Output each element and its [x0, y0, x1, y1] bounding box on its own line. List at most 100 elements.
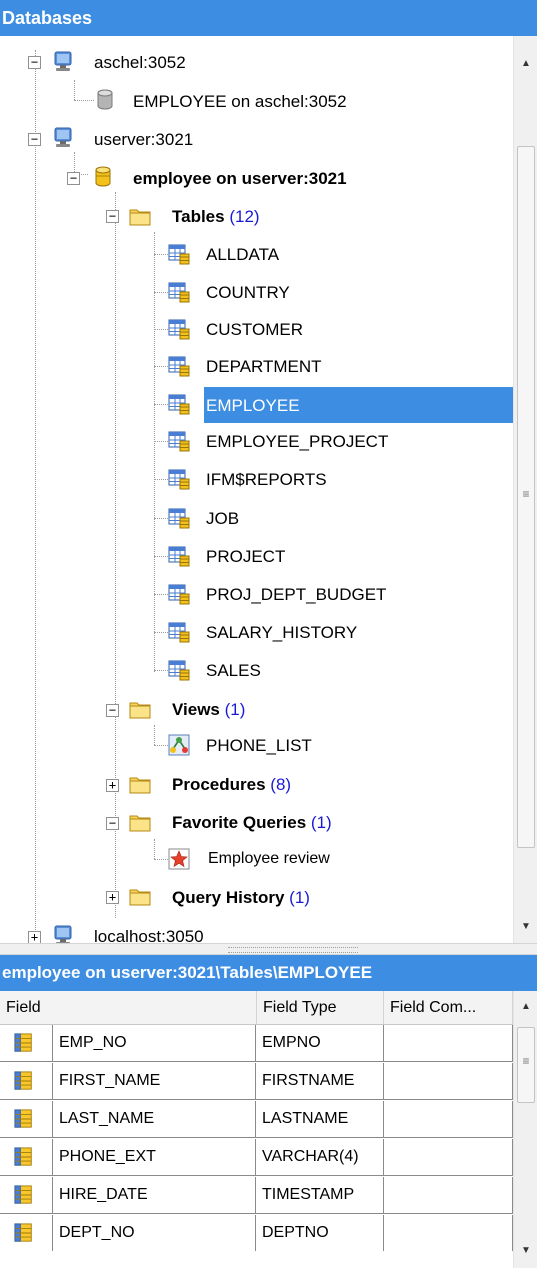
- fields-grid[interactable]: Field Field Type Field Com... EMP_NO EMP…: [0, 991, 513, 1268]
- table-icon: [168, 583, 190, 605]
- cell-field-type[interactable]: EMPNO: [256, 1025, 384, 1061]
- tree-node-table[interactable]: JOB: [206, 500, 239, 536]
- tree-node-table[interactable]: DEPARTMENT: [206, 348, 322, 384]
- cell-field-type[interactable]: VARCHAR(4): [256, 1139, 384, 1175]
- scroll-up-arrow-icon[interactable]: ▲: [514, 1001, 537, 1012]
- cell-field[interactable]: LAST_NAME: [52, 1101, 256, 1137]
- tree-node-table[interactable]: CUSTOMER: [206, 311, 303, 347]
- field-icon: [14, 1033, 34, 1053]
- scroll-up-arrow-icon[interactable]: ▲: [514, 58, 537, 69]
- databases-panel-header: Databases: [0, 0, 537, 36]
- server-icon: [52, 925, 74, 943]
- tree-node-favorites-folder[interactable]: Favorite Queries (1): [172, 804, 332, 840]
- cell-field-comment[interactable]: [384, 1025, 513, 1061]
- tree-node-db-aschel[interactable]: EMPLOYEE on aschel:3052: [133, 83, 347, 119]
- tree-line-table-3: [154, 329, 168, 330]
- table-icon: [168, 545, 190, 567]
- tree-line-table-1: [154, 254, 168, 255]
- scroll-grip-icon: ≡: [522, 487, 530, 501]
- grid-scrollbar-thumb[interactable]: ≡: [517, 1027, 535, 1103]
- column-header-field-comment[interactable]: Field Com...: [384, 991, 513, 1024]
- table-icon: [168, 621, 190, 643]
- tree-node-view[interactable]: PHONE_LIST: [206, 727, 312, 763]
- tree-line-table-9: [154, 556, 168, 557]
- tree-node-table[interactable]: SALARY_HISTORY: [206, 614, 357, 650]
- collapse-toggle-active-db[interactable]: −: [67, 172, 80, 185]
- column-header-field[interactable]: Field: [0, 991, 256, 1024]
- tree-line-table-2: [154, 292, 168, 293]
- table-row[interactable]: HIRE_DATE TIMESTAMP: [0, 1177, 513, 1214]
- cell-field-comment[interactable]: [384, 1139, 513, 1175]
- tree-node-table[interactable]: PROJ_DEPT_BUDGET: [206, 576, 386, 612]
- cell-field[interactable]: EMP_NO: [52, 1025, 256, 1061]
- database-tree[interactable]: − aschel:3052 EMPLOYEE on aschel:3052 − …: [0, 36, 513, 943]
- tree-node-table[interactable]: SALES: [206, 652, 261, 688]
- collapse-toggle-aschel[interactable]: −: [28, 56, 41, 69]
- table-icon: [168, 243, 190, 265]
- tree-node-table-selected[interactable]: EMPLOYEE: [204, 387, 513, 423]
- tree-line-db-children: [115, 192, 116, 918]
- cell-field-comment[interactable]: [384, 1177, 513, 1213]
- tree-line-table-5: [154, 404, 168, 405]
- grid-header: Field Field Type Field Com...: [0, 991, 513, 1025]
- cell-field-type[interactable]: LASTNAME: [256, 1101, 384, 1137]
- server-icon: [52, 127, 74, 149]
- tree-line-table-8: [154, 518, 168, 519]
- tree-node-query-history-folder[interactable]: Query History (1): [172, 879, 310, 915]
- cell-field-type[interactable]: DEPTNO: [256, 1215, 384, 1251]
- tree-node-favorite-query[interactable]: Employee review: [208, 841, 330, 877]
- table-row[interactable]: FIRST_NAME FIRSTNAME: [0, 1063, 513, 1100]
- cell-field-comment[interactable]: [384, 1215, 513, 1251]
- cell-field-comment[interactable]: [384, 1101, 513, 1137]
- tree-node-server-localhost[interactable]: localhost:3050: [94, 918, 204, 943]
- collapse-toggle-tables[interactable]: −: [106, 210, 119, 223]
- tree-node-table[interactable]: EMPLOYEE_PROJECT: [206, 423, 388, 459]
- tree-scrollbar-thumb[interactable]: ≡: [517, 146, 535, 848]
- procedures-folder-icon: [129, 773, 151, 795]
- panel-title: Databases: [2, 8, 93, 28]
- tree-node-table[interactable]: ALLDATA: [206, 236, 279, 272]
- table-icon: [168, 393, 190, 415]
- panel-splitter[interactable]: [0, 943, 537, 955]
- tree-node-server-aschel[interactable]: aschel:3052: [94, 44, 186, 80]
- cell-field-type[interactable]: FIRSTNAME: [256, 1063, 384, 1099]
- view-icon: [168, 734, 190, 756]
- tree-node-server-userver[interactable]: userver:3021: [94, 121, 193, 157]
- tree-line-table-4: [154, 366, 168, 367]
- grid-scrollbar[interactable]: ▲ ≡ ▼: [513, 991, 537, 1268]
- table-icon: [168, 507, 190, 529]
- collapse-toggle-favorites[interactable]: −: [106, 817, 119, 830]
- collapse-toggle-views[interactable]: −: [106, 704, 119, 717]
- scroll-down-arrow-icon[interactable]: ▼: [514, 921, 537, 932]
- expand-toggle-localhost[interactable]: +: [28, 931, 41, 943]
- table-icon: [168, 318, 190, 340]
- expand-toggle-procedures[interactable]: +: [106, 779, 119, 792]
- cell-field-type[interactable]: TIMESTAMP: [256, 1177, 384, 1213]
- table-row[interactable]: LAST_NAME LASTNAME: [0, 1101, 513, 1138]
- cell-field[interactable]: HIRE_DATE: [52, 1177, 256, 1213]
- table-icon: [168, 355, 190, 377]
- tree-node-table[interactable]: PROJECT: [206, 538, 285, 574]
- table-row[interactable]: DEPT_NO DEPTNO: [0, 1215, 513, 1251]
- tree-node-views-folder[interactable]: Views (1): [172, 691, 245, 727]
- tree-node-active-db[interactable]: employee on userver:3021: [133, 160, 347, 196]
- tree-line-tables-children: [154, 232, 155, 672]
- scroll-down-arrow-icon[interactable]: ▼: [514, 1245, 537, 1256]
- cell-field[interactable]: DEPT_NO: [52, 1215, 256, 1251]
- tree-node-tables-folder[interactable]: Tables (12): [172, 198, 260, 234]
- table-row[interactable]: PHONE_EXT VARCHAR(4): [0, 1139, 513, 1176]
- cell-field[interactable]: PHONE_EXT: [52, 1139, 256, 1175]
- tree-line-root: [35, 50, 36, 940]
- tree-node-procedures-folder[interactable]: Procedures (8): [172, 766, 291, 802]
- tree-scrollbar[interactable]: ▲ ≡ ▼: [513, 36, 537, 943]
- column-header-field-type[interactable]: Field Type: [256, 991, 384, 1024]
- table-row[interactable]: EMP_NO EMPNO: [0, 1025, 513, 1062]
- tree-line-view-1: [154, 745, 168, 746]
- tree-line-table-7: [154, 479, 168, 480]
- tree-node-table[interactable]: IFM$REPORTS: [206, 461, 327, 497]
- cell-field[interactable]: FIRST_NAME: [52, 1063, 256, 1099]
- cell-field-comment[interactable]: [384, 1063, 513, 1099]
- tree-node-table[interactable]: COUNTRY: [206, 274, 290, 310]
- collapse-toggle-userver[interactable]: −: [28, 133, 41, 146]
- expand-toggle-query-history[interactable]: +: [106, 891, 119, 904]
